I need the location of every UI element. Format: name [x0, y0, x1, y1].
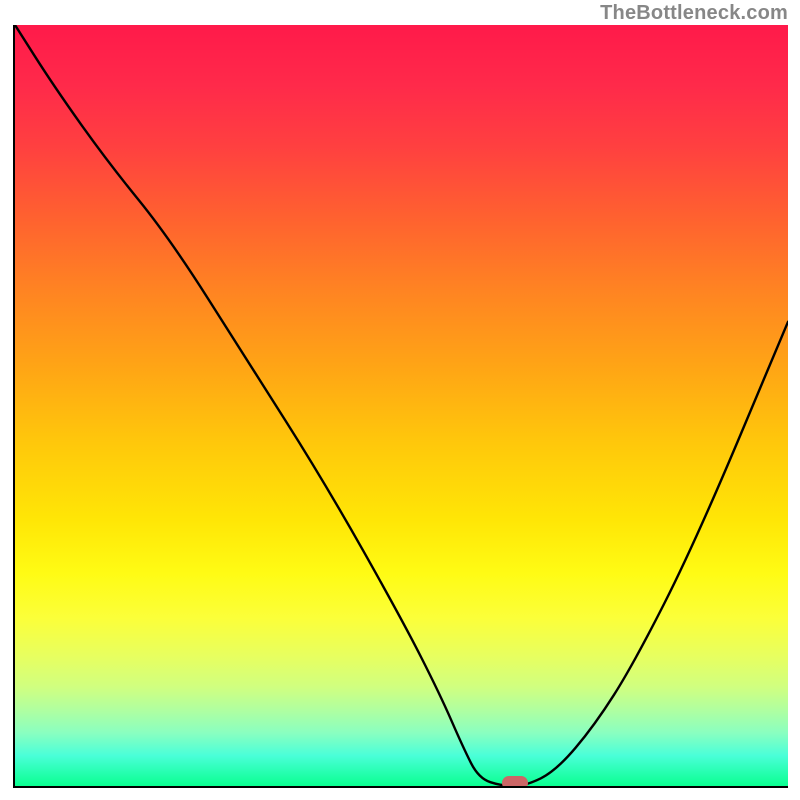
watermark-text: TheBottleneck.com: [600, 2, 788, 25]
plot-area: [13, 25, 788, 788]
bottleneck-chart: TheBottleneck.com: [0, 0, 800, 800]
optimal-marker: [502, 776, 528, 788]
bottleneck-curve: [15, 25, 788, 786]
curve-svg: [15, 25, 788, 786]
